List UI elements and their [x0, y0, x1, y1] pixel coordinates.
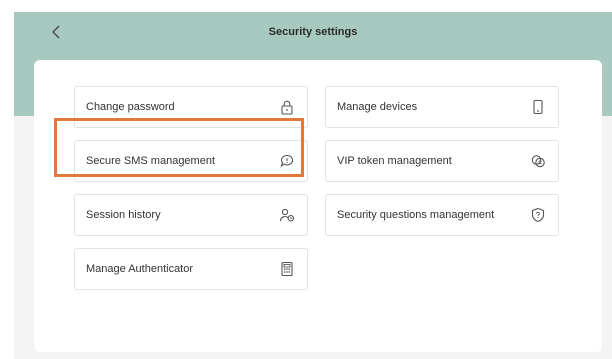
chat-bubble-icon — [279, 153, 295, 169]
option-secure-sms[interactable]: Secure SMS management — [74, 140, 308, 182]
option-session-history[interactable]: Session history — [74, 194, 308, 236]
calculator-icon — [279, 261, 295, 277]
token-icon — [530, 153, 546, 169]
option-manage-authenticator[interactable]: Manage Authenticator — [74, 248, 308, 290]
option-label: Session history — [86, 209, 161, 221]
option-label: Security questions management — [337, 209, 495, 221]
option-label: Change password — [86, 101, 175, 113]
option-manage-devices[interactable]: Manage devices — [325, 86, 559, 128]
option-label: Manage devices — [337, 101, 418, 113]
user-history-icon — [279, 207, 295, 223]
shield-question-icon — [530, 207, 546, 223]
option-vip-token[interactable]: VIP token management — [325, 140, 559, 182]
option-change-password[interactable]: Change password — [74, 86, 308, 128]
settings-panel: Change password Manage devices Secure SM… — [34, 60, 602, 352]
phone-icon — [530, 99, 546, 115]
option-security-questions[interactable]: Security questions management — [325, 194, 559, 236]
option-label: Manage Authenticator — [86, 263, 194, 275]
page-title: Security settings — [268, 26, 358, 38]
option-label: Secure SMS management — [86, 155, 216, 167]
app-frame: Security settings Change password Manage… — [14, 12, 612, 359]
option-label: VIP token management — [337, 155, 452, 167]
lock-icon — [279, 99, 295, 115]
